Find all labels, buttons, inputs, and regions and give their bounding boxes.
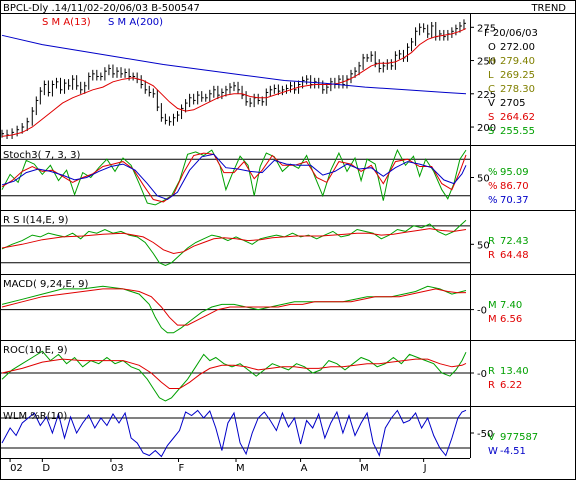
readout-value: 6.22 bbox=[500, 380, 522, 391]
readout-value: 64.48 bbox=[500, 250, 529, 261]
readout-label: R bbox=[488, 380, 495, 391]
roc-signal-line bbox=[1, 358, 467, 389]
readout-value: 95.09 bbox=[500, 167, 529, 178]
rsi-signal-line bbox=[1, 228, 467, 255]
readout-value: 269.25 bbox=[500, 70, 535, 81]
legend-s-m-a-13-: S M A(13) bbox=[42, 17, 91, 28]
macd-signal-line bbox=[1, 288, 467, 326]
readout-label: M bbox=[488, 314, 497, 325]
readout-value: 70.37 bbox=[500, 195, 529, 206]
x-tick-label: F bbox=[179, 463, 185, 474]
readout-value: 13.40 bbox=[500, 366, 529, 377]
readout-value: -4.51 bbox=[500, 446, 526, 457]
x-tick-label: A bbox=[301, 463, 308, 474]
x-tick-label: J bbox=[423, 463, 427, 474]
chart-window: BPCL-Dly .14/11/02-20/06/03 B-500547 TREN… bbox=[0, 0, 576, 480]
readout-value: 7.40 bbox=[500, 300, 522, 311]
macd-title: MACD( 9,24,E, 9) bbox=[3, 279, 89, 290]
readout-date: F 20/06/03 bbox=[484, 28, 538, 39]
x-tick-label: D bbox=[42, 463, 50, 474]
rsi-rsi-line bbox=[1, 219, 467, 267]
readout-value: 272.00 bbox=[500, 42, 535, 53]
wlm--r-line bbox=[1, 409, 467, 458]
readout-label: M bbox=[488, 300, 497, 311]
readout-label: R bbox=[488, 236, 495, 247]
readout-label: O bbox=[488, 42, 496, 53]
x-tick-label: 03 bbox=[111, 463, 124, 474]
x-tick-label: M bbox=[360, 463, 369, 474]
readout-label: % bbox=[488, 167, 498, 178]
readout-label: R bbox=[488, 250, 495, 261]
readout-value: 6.56 bbox=[500, 314, 522, 325]
technical-chart: BPCL-Dly .14/11/02-20/06/03 B-500547 TREN… bbox=[0, 0, 576, 480]
legend-s-m-a-200-: S M A(200) bbox=[108, 17, 163, 28]
roc-title: ROC(10,E, 9) bbox=[3, 345, 68, 356]
wlm-title: WLM %R(10) bbox=[3, 411, 67, 422]
readout-value: 255.55 bbox=[500, 126, 535, 137]
series-layer bbox=[1, 19, 467, 458]
readout-label: R bbox=[488, 366, 495, 377]
readout-label: V bbox=[488, 98, 495, 109]
readout-value: 278.30 bbox=[500, 84, 535, 95]
stochastic-title: Stoch3( 7, 3, 3) bbox=[3, 150, 80, 161]
readout-label: % bbox=[488, 195, 498, 206]
text-layer: BPCL-Dly .14/11/02-20/06/03 B-500547 TREN… bbox=[3, 3, 566, 474]
readout-label: W bbox=[488, 446, 498, 457]
readout-value: 977587 bbox=[500, 432, 538, 443]
chart-title: BPCL-Dly .14/11/02-20/06/03 B-500547 bbox=[3, 3, 200, 14]
readout-label: H bbox=[488, 56, 496, 67]
roc-roc-line bbox=[1, 350, 467, 402]
readout-value: 86.70 bbox=[500, 181, 529, 192]
readout-label: V bbox=[488, 432, 495, 443]
y-tick-label: -0 bbox=[477, 369, 487, 380]
readout-value: 264.62 bbox=[500, 112, 535, 123]
y-tick-label: -0 bbox=[477, 306, 487, 317]
readout-label: C bbox=[488, 84, 495, 95]
readout-label: % bbox=[488, 181, 498, 192]
x-tick-label: M bbox=[236, 463, 245, 474]
readout-label: S bbox=[488, 126, 494, 137]
readout-label: L bbox=[488, 70, 494, 81]
rsi-title: R S I(14,E, 9) bbox=[3, 215, 68, 226]
readout-label: S bbox=[488, 112, 494, 123]
x-tick-label: 02 bbox=[10, 463, 23, 474]
mode-label: TREND bbox=[530, 3, 566, 14]
readout-value: 2705 bbox=[500, 98, 525, 109]
readout-value: 279.40 bbox=[500, 56, 535, 67]
readout-value: 72.43 bbox=[500, 236, 529, 247]
